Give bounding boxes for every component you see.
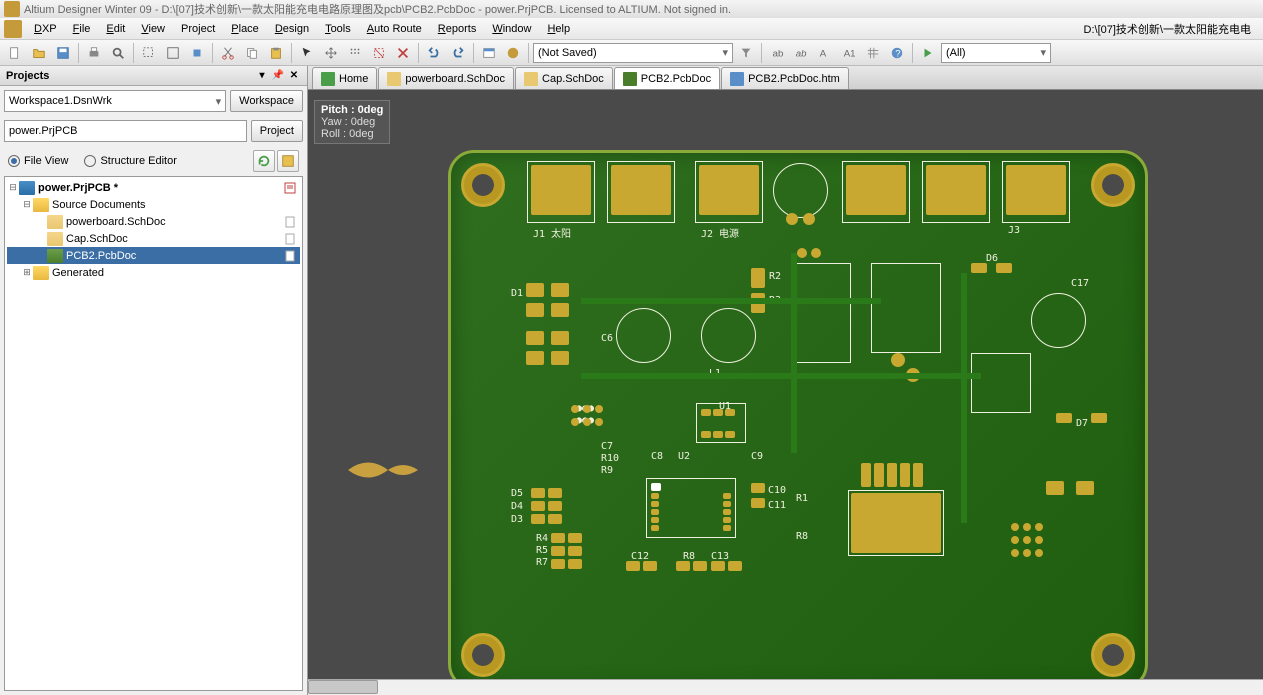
- modified-icon: [284, 182, 296, 194]
- panel-dropdown-icon[interactable]: ▾: [255, 69, 269, 83]
- tab-cap[interactable]: Cap.SchDoc: [515, 67, 613, 89]
- svg-text:ab: ab: [796, 48, 807, 59]
- doc-icon: [284, 233, 296, 245]
- panel-header: Projects ▾ 📌 ✕: [0, 66, 307, 86]
- doc-icon: [284, 250, 296, 262]
- menubar: DXP File Edit View Project Place Design …: [0, 18, 1263, 40]
- tree-file-cap[interactable]: Cap.SchDoc: [7, 230, 300, 247]
- redo-button[interactable]: [447, 42, 469, 64]
- browse-button[interactable]: [478, 42, 500, 64]
- project-input[interactable]: power.PrjPCB: [4, 120, 247, 142]
- orientation-overlay: Pitch : 0deg Yaw : 0deg Roll : 0deg: [314, 100, 390, 144]
- menu-help[interactable]: Help: [539, 21, 578, 37]
- menu-project[interactable]: Project: [173, 21, 223, 37]
- zoom-region-button[interactable]: [138, 42, 160, 64]
- dxp-icon[interactable]: [4, 20, 22, 38]
- fileview-label: File View: [24, 155, 68, 167]
- menu-view[interactable]: View: [133, 21, 173, 37]
- zoom-fit-button[interactable]: [162, 42, 184, 64]
- font-button[interactable]: ab: [790, 42, 812, 64]
- svg-text:?: ?: [895, 48, 900, 59]
- workspace-button[interactable]: Workspace: [230, 90, 303, 112]
- menu-reports[interactable]: Reports: [430, 21, 485, 37]
- pcb-3d-canvas[interactable]: Pitch : 0deg Yaw : 0deg Roll : 0deg J1 太…: [308, 90, 1263, 679]
- refresh-icon[interactable]: [253, 150, 275, 172]
- fileview-radio[interactable]: [8, 155, 20, 167]
- origin-marker-icon: [348, 450, 428, 490]
- recent-path[interactable]: D:\[07]技术创新\一款太阳能充电电: [1084, 21, 1259, 37]
- mounting-hole: [461, 163, 505, 207]
- tree-project-root[interactable]: ⊟ power.PrjPCB *: [7, 179, 300, 196]
- menu-design[interactable]: Design: [267, 21, 317, 37]
- tree-file-pcb2[interactable]: PCB2.PcbDoc: [7, 247, 300, 264]
- text-button[interactable]: ab: [766, 42, 788, 64]
- structure-label: Structure Editor: [100, 155, 176, 167]
- save-button[interactable]: [52, 42, 74, 64]
- preview-button[interactable]: [107, 42, 129, 64]
- drag-button[interactable]: [344, 42, 366, 64]
- app-icon: [4, 1, 20, 17]
- options-icon[interactable]: [277, 150, 299, 172]
- panel-close-icon[interactable]: ✕: [287, 69, 301, 83]
- pcb-board[interactable]: J1 太阳 J2 电源 J3 D1: [448, 150, 1148, 679]
- filter-combo[interactable]: (Not Saved): [533, 43, 733, 63]
- tab-powerboard[interactable]: powerboard.SchDoc: [378, 67, 514, 89]
- window-title: Altium Designer Winter 09 - D:\[07]技术创新\…: [24, 1, 731, 17]
- print-button[interactable]: [83, 42, 105, 64]
- zoom-selected-button[interactable]: [186, 42, 208, 64]
- mounting-hole: [1091, 163, 1135, 207]
- new-button[interactable]: [4, 42, 26, 64]
- project-button[interactable]: Project: [251, 120, 303, 142]
- help-button[interactable]: ?: [886, 42, 908, 64]
- cut-button[interactable]: [217, 42, 239, 64]
- document-tabs: Home powerboard.SchDoc Cap.SchDoc PCB2.P…: [308, 66, 1263, 90]
- menu-edit[interactable]: Edit: [98, 21, 133, 37]
- undo-button[interactable]: [423, 42, 445, 64]
- workspace: Home powerboard.SchDoc Cap.SchDoc PCB2.P…: [308, 66, 1263, 695]
- tab-pcb2-htm[interactable]: PCB2.PcbDoc.htm: [721, 67, 849, 89]
- move-button[interactable]: [320, 42, 342, 64]
- clear-button[interactable]: [392, 42, 414, 64]
- mounting-hole: [461, 633, 505, 677]
- menu-place[interactable]: Place: [223, 21, 267, 37]
- tree-file-powerboard[interactable]: powerboard.SchDoc: [7, 213, 300, 230]
- workspace-dropdown[interactable]: Workspace1.DsnWrk: [4, 90, 226, 112]
- menu-file[interactable]: File: [65, 21, 99, 37]
- tab-home[interactable]: Home: [312, 67, 377, 89]
- project-tree[interactable]: ⊟ power.PrjPCB * ⊟ Source Documents powe…: [4, 176, 303, 691]
- mounting-hole: [1091, 633, 1135, 677]
- tree-source-docs[interactable]: ⊟ Source Documents: [7, 196, 300, 213]
- menu-autoroute[interactable]: Auto Route: [359, 21, 430, 37]
- svg-text:ab: ab: [773, 48, 784, 59]
- titlebar: Altium Designer Winter 09 - D:\[07]技术创新\…: [0, 0, 1263, 18]
- deselect-button[interactable]: [368, 42, 390, 64]
- horizontal-scrollbar[interactable]: [308, 679, 1263, 695]
- tree-generated[interactable]: ⊞ Generated: [7, 264, 300, 281]
- string-button[interactable]: A: [814, 42, 836, 64]
- menu-window[interactable]: Window: [484, 21, 539, 37]
- projects-panel: Projects ▾ 📌 ✕ Workspace1.DsnWrk Workspa…: [0, 66, 308, 695]
- designator-button[interactable]: A1: [838, 42, 860, 64]
- altium-web-button[interactable]: [502, 42, 524, 64]
- copy-button[interactable]: [241, 42, 263, 64]
- svg-text:A: A: [820, 48, 827, 59]
- doc-icon: [284, 216, 296, 228]
- filter-apply-button[interactable]: [735, 42, 757, 64]
- open-button[interactable]: [28, 42, 50, 64]
- svg-text:A1: A1: [844, 48, 856, 59]
- grid-button[interactable]: [862, 42, 884, 64]
- menu-dxp[interactable]: DXP: [26, 21, 65, 37]
- paste-button[interactable]: [265, 42, 287, 64]
- panel-pin-icon[interactable]: 📌: [271, 69, 285, 83]
- scope-combo[interactable]: (All): [941, 43, 1051, 63]
- next-button[interactable]: [917, 42, 939, 64]
- structure-radio[interactable]: [84, 155, 96, 167]
- toolbar: (Not Saved) ab ab A A1 ? (All): [0, 40, 1263, 66]
- select-button[interactable]: [296, 42, 318, 64]
- menu-tools[interactable]: Tools: [317, 21, 359, 37]
- tab-pcb2[interactable]: PCB2.PcbDoc: [614, 67, 720, 89]
